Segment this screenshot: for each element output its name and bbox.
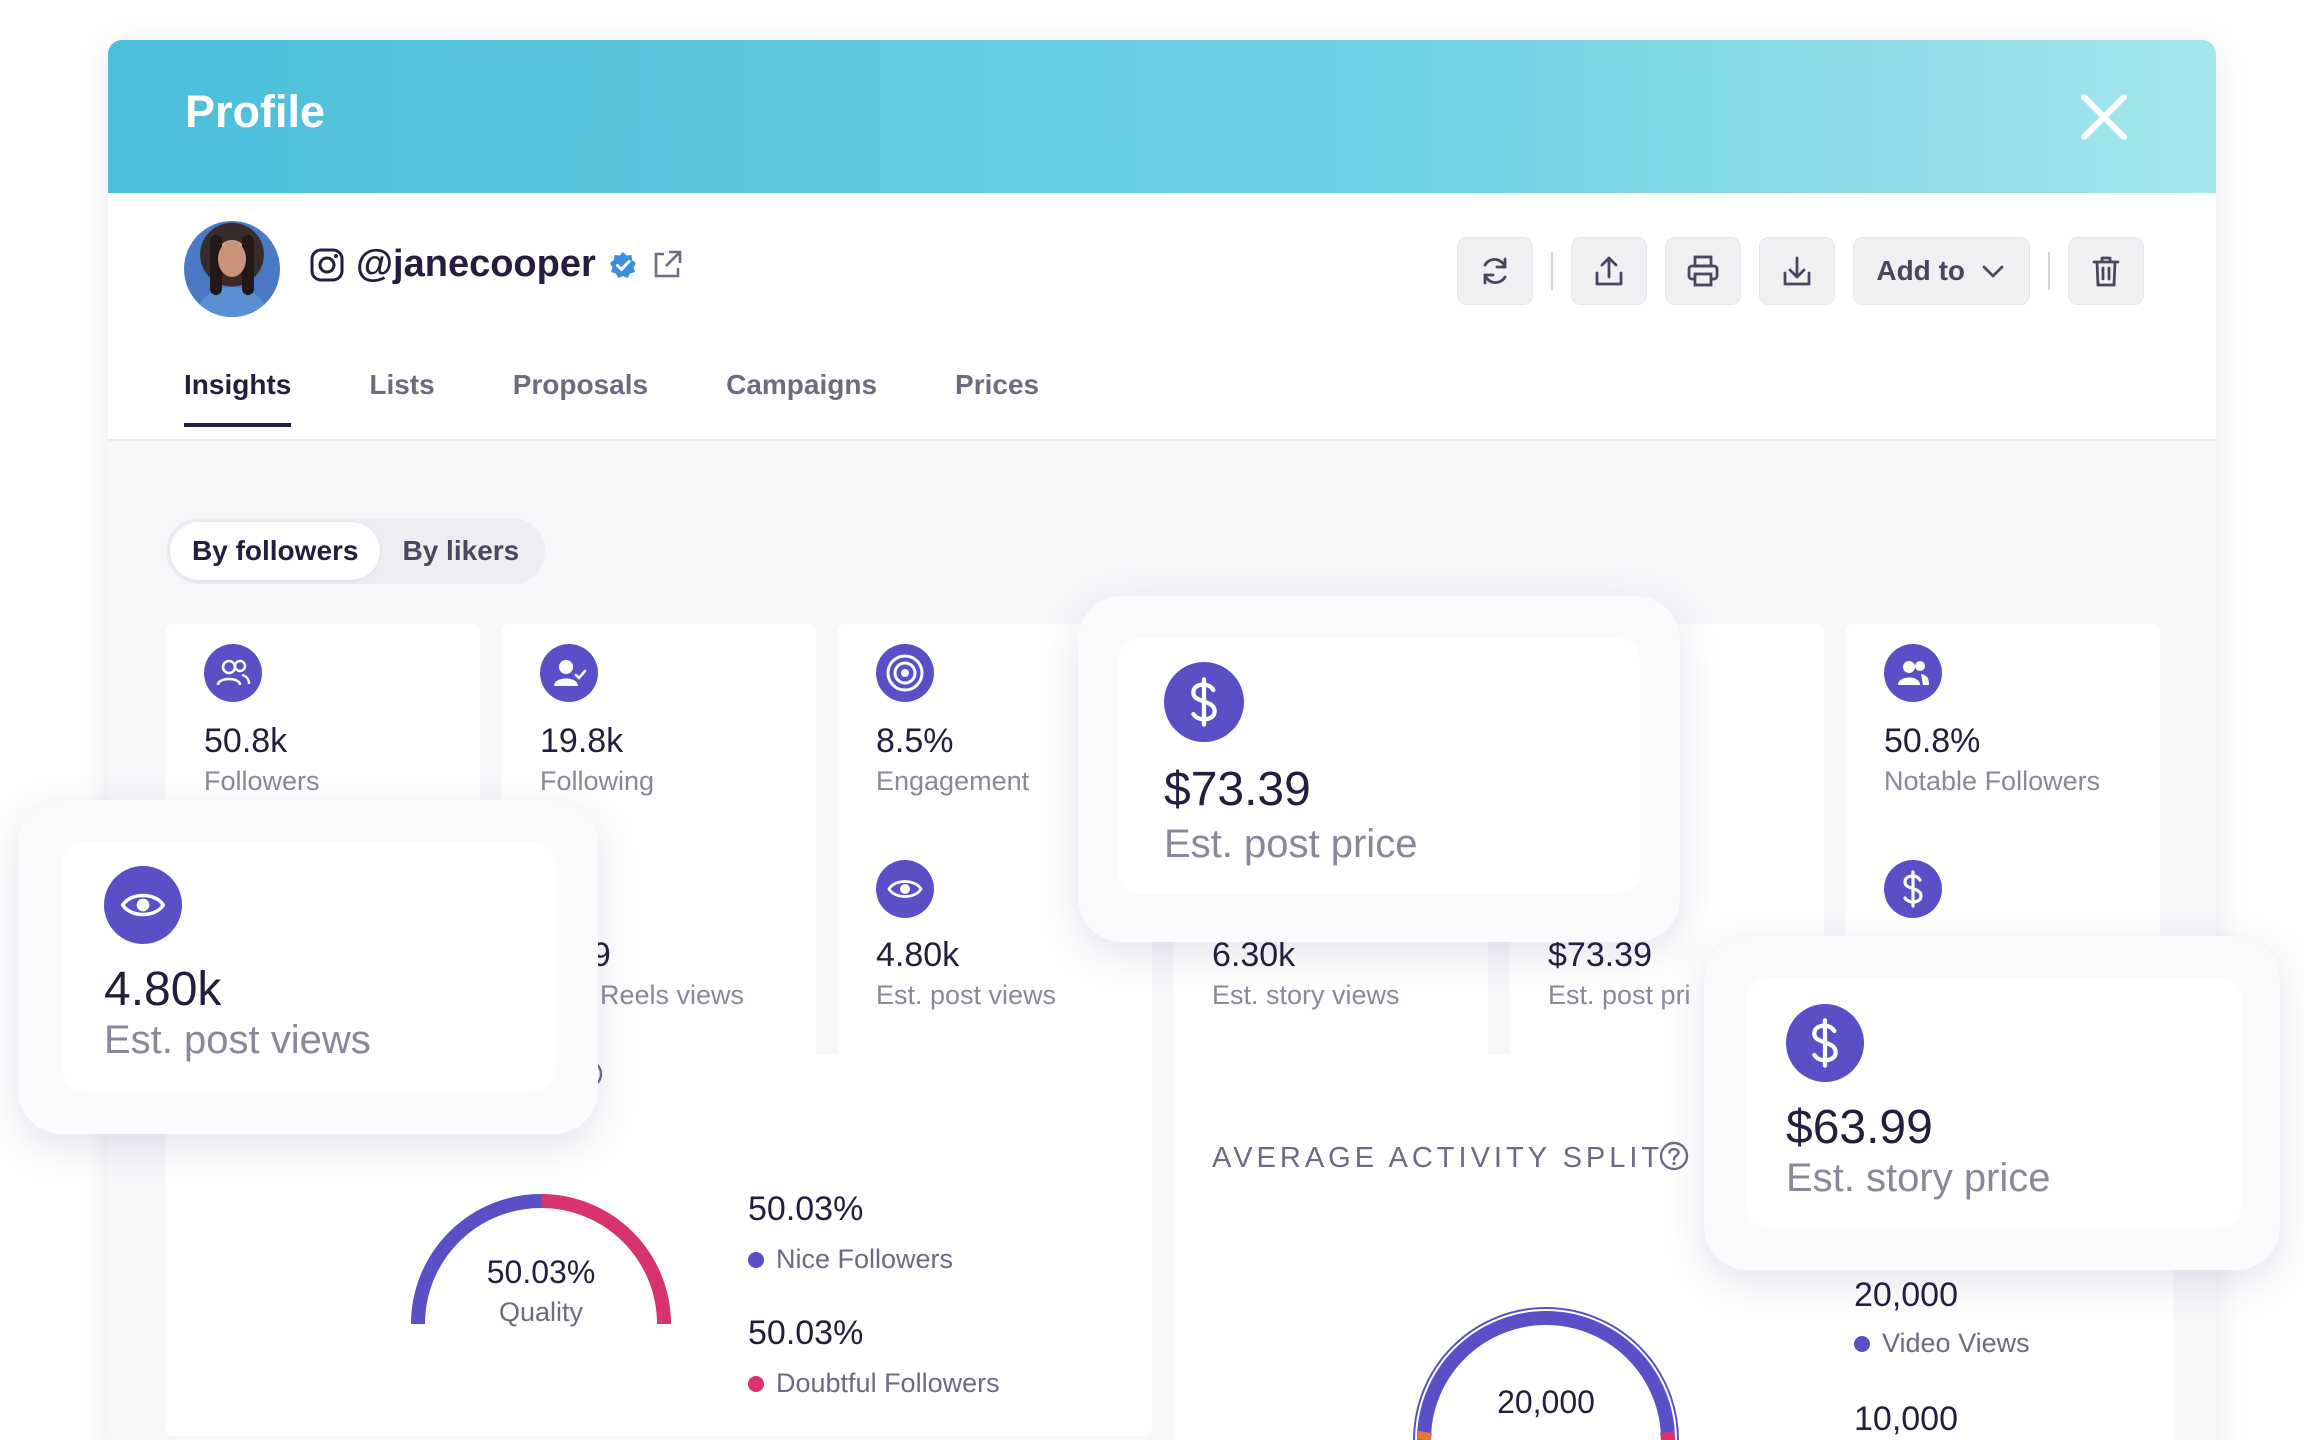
quality-gauge-label: 50.03% Quality: [476, 1254, 606, 1328]
tab-campaigns[interactable]: Campaigns: [726, 369, 877, 427]
story-price-value: $63.99: [1786, 1101, 1933, 1154]
close-icon: [2081, 94, 2127, 140]
users-icon: [1884, 644, 1942, 702]
add-to-button[interactable]: Add to: [1853, 237, 2030, 305]
stat-value: 4.80k: [876, 936, 960, 974]
delete-button[interactable]: [2068, 237, 2144, 305]
dollar-icon: [1884, 860, 1942, 918]
profile-tabs: Insights Lists Proposals Campaigns Price…: [184, 369, 1039, 427]
target-icon: [876, 644, 934, 702]
stat-label: Est. post pri: [1548, 980, 1691, 1010]
help-icon[interactable]: [1654, 1136, 1694, 1176]
download-icon: [1783, 256, 1811, 286]
eye-icon: [104, 866, 182, 944]
upload-icon: [1595, 256, 1623, 286]
printer-icon: [1687, 255, 1719, 287]
download-button[interactable]: [1759, 237, 1836, 305]
users-icon: [204, 644, 262, 702]
avatar[interactable]: [184, 221, 280, 317]
stat-label: Notable Followers: [1884, 766, 2101, 796]
verified-icon: [608, 250, 638, 280]
stat-label: Reels views: [600, 980, 745, 1010]
story-price-label: Est. story price: [1786, 1156, 2051, 1200]
eye-icon: [876, 860, 934, 918]
segment-by-likers[interactable]: By likers: [380, 522, 541, 580]
post-views-label: Est. post views: [104, 1018, 371, 1062]
post-price-label: Est. post price: [1164, 822, 1418, 866]
stat-label: Est. post views: [876, 980, 1057, 1010]
modal-title: Profile: [185, 86, 326, 137]
post-views-value: 4.80k: [104, 963, 222, 1016]
external-link-icon[interactable]: [650, 248, 684, 282]
user-following-icon: [540, 644, 598, 702]
floating-card-story-price: $63.99 Est. story price: [1704, 936, 2280, 1270]
nice-followers-value: 50.03%: [748, 1190, 864, 1228]
floating-card-post-views: 4.80k Est. post views: [18, 800, 598, 1134]
stat-label: Engagement: [876, 766, 1030, 796]
add-to-label: Add to: [1876, 255, 1965, 286]
stat-label: Followers: [204, 766, 320, 796]
doubtful-followers-label: Doubtful Followers: [776, 1368, 1000, 1398]
floating-card-inner: $63.99 Est. story price: [1746, 978, 2242, 1228]
floating-card-inner: $73.39 Est. post price: [1118, 638, 1640, 894]
tab-prices[interactable]: Prices: [955, 369, 1039, 427]
post-price-value: $73.39: [1164, 763, 1311, 816]
stat-label: Est. story views: [1212, 980, 1400, 1010]
quality-gauge-value: 50.03%: [486, 1254, 596, 1290]
activity-gauge-value: 20,000: [1497, 1384, 1595, 1420]
video-views-legend: Video Views: [1854, 1328, 2030, 1359]
stat-value: 50.8k: [204, 722, 288, 760]
profile-handle: @janecooper: [356, 243, 596, 285]
dollar-icon: [1786, 1004, 1864, 1082]
video-views-value: 20,000: [1854, 1276, 1958, 1314]
profile-toolbar: Add to: [1457, 237, 2144, 305]
legend-dot: [748, 1375, 764, 1392]
segment-by-followers[interactable]: By followers: [170, 522, 381, 580]
refresh-button[interactable]: [1457, 237, 1534, 305]
chevron-down-icon: [1982, 265, 2004, 278]
stat-value: 8.5%: [876, 722, 954, 760]
legend-dot: [1854, 1335, 1870, 1352]
toolbar-divider: [2048, 252, 2050, 290]
floating-card-inner: 4.80k Est. post views: [62, 842, 556, 1092]
profile-bar: @janecooper Add to Insights Lists Propos…: [108, 193, 2216, 441]
refresh-icon: [1483, 257, 1507, 285]
doubtful-followers-legend: Doubtful Followers: [748, 1368, 1000, 1399]
close-button[interactable]: [2076, 89, 2132, 145]
toolbar-divider: [1551, 252, 1554, 290]
other-activity-value: 10,000: [1854, 1400, 1958, 1438]
stat-label: Following: [540, 766, 655, 796]
legend-dot: [748, 1251, 764, 1268]
doubtful-followers-value: 50.03%: [748, 1314, 864, 1352]
stat-card-notable-followers[interactable]: 50.8% Notable Followers: [1846, 624, 2160, 860]
handle-row: @janecooper: [310, 243, 684, 286]
floating-card-post-price: $73.39 Est. post price: [1078, 596, 1680, 942]
modal-header: Profile: [108, 40, 2216, 193]
stat-value: 19.8k: [540, 722, 624, 760]
tab-proposals[interactable]: Proposals: [513, 369, 648, 427]
video-views-label: Video Views: [1882, 1328, 2030, 1358]
nice-followers-label: Nice Followers: [776, 1244, 954, 1274]
stat-value: 50.8%: [1884, 722, 1981, 760]
nice-followers-legend: Nice Followers: [748, 1244, 953, 1275]
instagram-icon: [310, 248, 344, 282]
tab-lists[interactable]: Lists: [369, 369, 434, 427]
share-button[interactable]: [1571, 237, 1648, 305]
trash-icon: [2092, 256, 2120, 287]
quality-gauge-caption: Quality: [498, 1297, 584, 1327]
audience-toggle: By followers By likers: [166, 518, 546, 584]
dollar-icon: [1164, 662, 1244, 742]
print-button[interactable]: [1665, 237, 1742, 305]
tab-insights[interactable]: Insights: [184, 369, 292, 427]
activity-panel-title: AVERAGE ACTIVITY SPLIT: [1212, 1142, 1664, 1174]
